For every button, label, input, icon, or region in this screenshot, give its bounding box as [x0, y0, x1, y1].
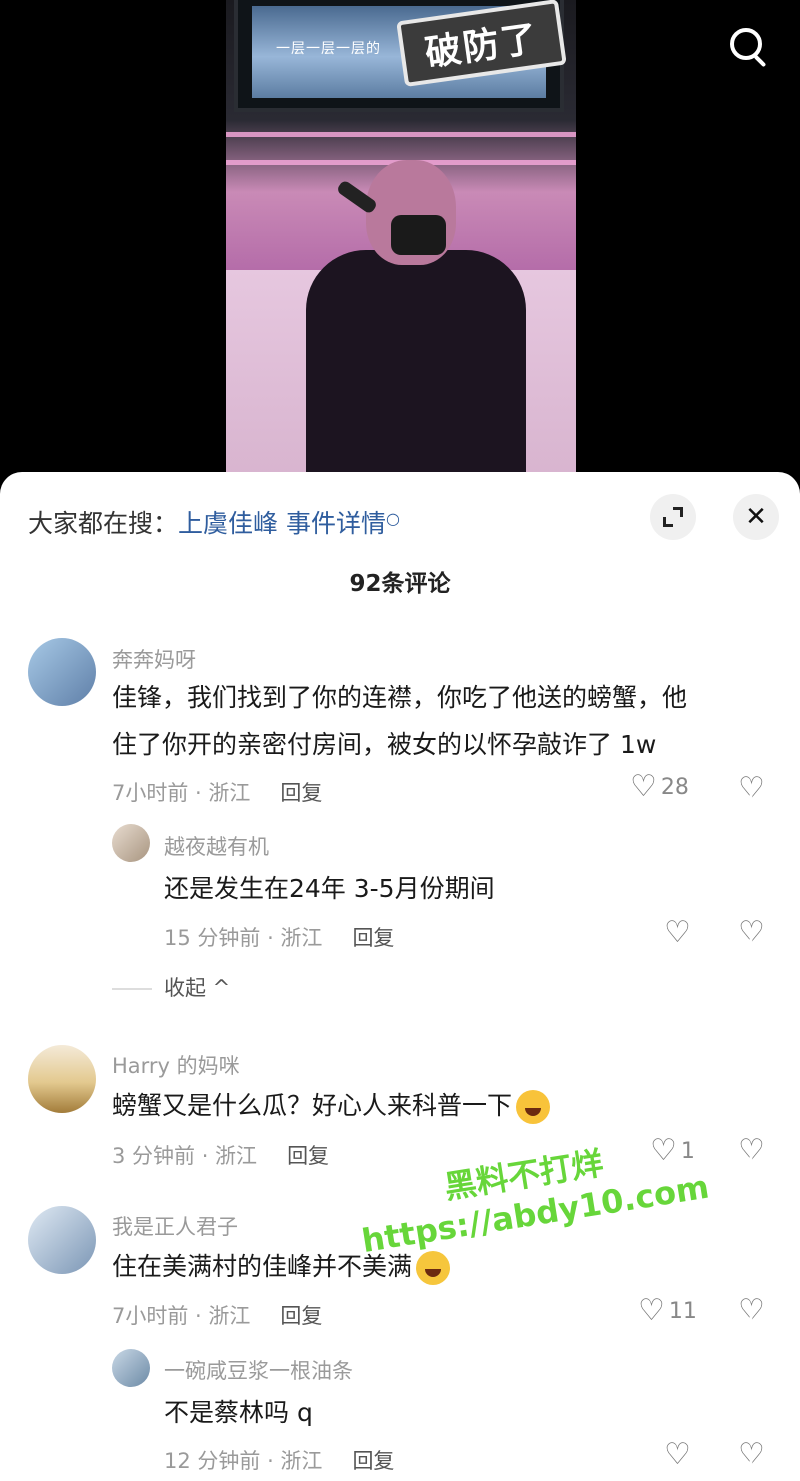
reply-button[interactable]: 回复: [287, 1144, 329, 1168]
reply-button[interactable]: 回复: [352, 1449, 394, 1473]
close-button[interactable]: ✕: [733, 494, 779, 540]
heart-icon: ♡: [630, 769, 657, 804]
like-button[interactable]: ♡: [664, 1440, 691, 1470]
tv-caption: 一层一层一层的: [276, 41, 381, 57]
hot-search-link[interactable]: 上虞佳峰 事件详情: [178, 509, 386, 538]
hot-search-prefix: 大家都在搜：: [28, 509, 179, 538]
comment-meta: 7小时前 · 浙江 回复: [112, 781, 323, 805]
expand-icon: [663, 507, 683, 527]
singer-figure: [286, 160, 536, 480]
like-button[interactable]: ♡ 28: [630, 772, 689, 802]
dislike-button[interactable]: ♡: [738, 1296, 772, 1330]
comment-count: 92条评论: [349, 571, 451, 597]
avatar[interactable]: [112, 1349, 150, 1387]
close-icon: ✕: [745, 502, 767, 532]
dislike-button[interactable]: ♡: [738, 918, 772, 952]
comment-author[interactable]: Harry 的妈咪: [112, 1050, 240, 1080]
comment-author[interactable]: 奔奔妈呀: [112, 644, 196, 674]
reply-button[interactable]: 回复: [280, 1304, 322, 1328]
comment-panel: 大家都在搜：上虞佳峰 事件详情○ ✕ 92条评论 奔奔妈呀 佳锋，我们找到了你的…: [0, 472, 800, 1481]
watermark: 黑料不打烊 https://abdy10.com: [359, 1143, 712, 1260]
avatar[interactable]: [28, 1206, 96, 1274]
heart-icon: ♡: [664, 915, 691, 950]
dislike-button[interactable]: ♡: [738, 1136, 772, 1170]
comment-text: 住了你开的亲密付房间，被女的以怀孕敲诈了 1w: [112, 730, 657, 759]
like-count: 11: [668, 1298, 697, 1324]
hot-search-bar[interactable]: 大家都在搜：上虞佳峰 事件详情○: [28, 504, 400, 540]
avatar[interactable]: [112, 824, 150, 862]
thumbs-up-emoji-icon: [416, 1251, 451, 1285]
dislike-button[interactable]: ♡: [738, 1440, 772, 1474]
like-count: 28: [660, 774, 689, 800]
crying-laughing-emoji-icon: [516, 1090, 551, 1124]
collapse-replies-button[interactable]: 收起 ^: [112, 972, 230, 1002]
comment-text: 佳锋，我们找到了你的连襟，你吃了他送的螃蟹，他: [112, 683, 688, 712]
dislike-button[interactable]: ♡: [738, 774, 772, 808]
expand-button[interactable]: [650, 494, 696, 540]
search-small-icon: ○: [385, 509, 400, 528]
reply-text: 还是发生在24年 3-5月份期间: [164, 874, 495, 903]
comment-meta: 7小时前 · 浙江 回复: [112, 1304, 323, 1328]
reply-button[interactable]: 回复: [352, 926, 394, 950]
avatar[interactable]: [28, 638, 96, 706]
reply-button[interactable]: 回复: [280, 781, 322, 805]
like-button[interactable]: ♡ 11: [638, 1296, 697, 1326]
heart-icon: ♡: [664, 1437, 691, 1472]
heart-icon: ♡: [638, 1293, 665, 1328]
reply-meta: 15 分钟前 · 浙江 回复: [164, 926, 395, 950]
comment-meta: 3 分钟前 · 浙江 回复: [112, 1144, 330, 1168]
comment-text: 螃蟹又是什么瓜？好心人来科普一下: [112, 1083, 551, 1129]
like-button[interactable]: ♡: [664, 918, 691, 948]
search-button[interactable]: [722, 20, 776, 74]
reply-text: 不是蔡林吗 q: [164, 1398, 313, 1427]
reply-author[interactable]: 越夜越有机: [164, 831, 269, 861]
avatar[interactable]: [28, 1045, 96, 1113]
video-player[interactable]: 一层一层一层的 破防了: [0, 0, 800, 480]
comment-author[interactable]: 我是正人君子: [112, 1211, 238, 1241]
sticker-pofangle: 破防了: [396, 0, 567, 88]
reply-author[interactable]: 一碗咸豆浆一根油条: [164, 1355, 353, 1385]
reply-meta: 12 分钟前 · 浙江 回复: [164, 1449, 395, 1473]
